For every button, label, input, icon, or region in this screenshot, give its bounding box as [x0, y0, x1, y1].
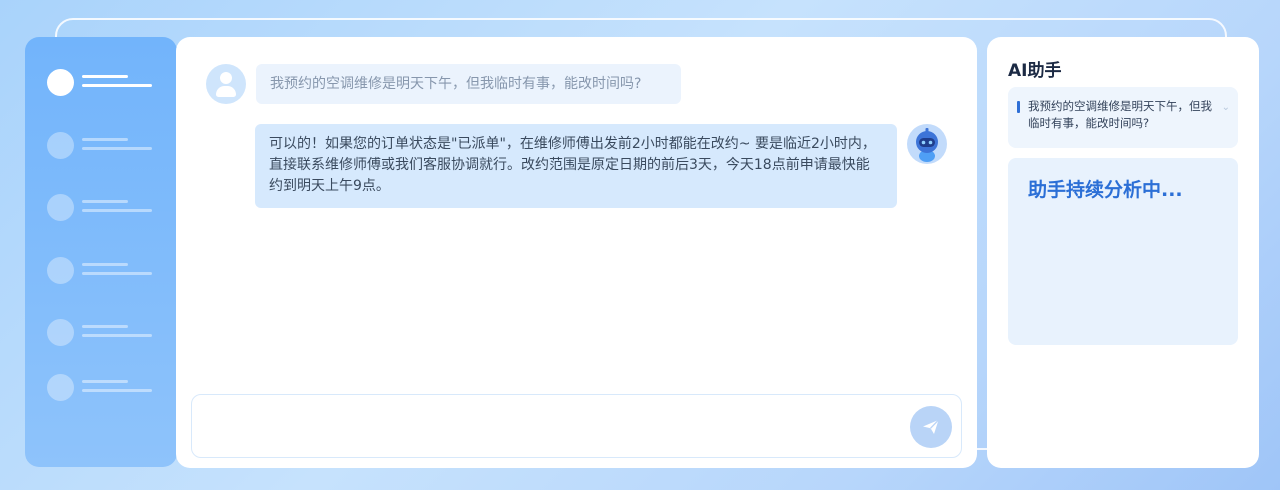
- sidebar-item-4[interactable]: [47, 257, 157, 285]
- robot-avatar-icon: [907, 124, 947, 164]
- bot-message: 可以的！如果您的订单状态是"已派单"，在维修师傅出发前2小时都能在改约~ 要是临…: [255, 124, 897, 208]
- nav-dot-icon: [47, 374, 74, 401]
- nav-dot-icon: [47, 257, 74, 284]
- sidebar-item-3[interactable]: [47, 194, 157, 222]
- send-button[interactable]: [910, 406, 952, 448]
- query-text: 我预约的空调维修是明天下午，但我临时有事，能改时间吗?: [1028, 99, 1212, 130]
- assistant-title: AI助手: [1008, 61, 1062, 81]
- nav-label-line: [82, 138, 128, 141]
- nav-label-line: [82, 272, 152, 275]
- nav-dot-icon: [47, 194, 74, 221]
- sidebar-item-6[interactable]: [47, 374, 157, 402]
- message-input[interactable]: [191, 394, 962, 458]
- assistant-panel: AI助手 我预约的空调维修是明天下午，但我临时有事，能改时间吗? ⌄ 助手持续分…: [987, 37, 1259, 468]
- chat-panel: 我预约的空调维修是明天下午，但我临时有事，能改时间吗? 可以的！如果您的订单状态…: [176, 37, 977, 468]
- chevron-down-icon[interactable]: ⌄: [1222, 99, 1230, 116]
- nav-dot-icon: [47, 319, 74, 346]
- nav-label-line: [82, 200, 128, 203]
- nav-dot-icon: [47, 69, 74, 96]
- nav-label-line: [82, 147, 152, 150]
- nav-label-line: [82, 263, 128, 266]
- nav-dot-icon: [47, 132, 74, 159]
- user-message: 我预约的空调维修是明天下午，但我临时有事，能改时间吗?: [256, 64, 681, 104]
- analysis-card: 助手持续分析中...: [1008, 158, 1238, 345]
- nav-label-line: [82, 84, 152, 87]
- accent-bar: [1017, 101, 1020, 113]
- nav-label-line: [82, 209, 152, 212]
- sidebar: [25, 37, 177, 467]
- nav-label-line: [82, 325, 128, 328]
- sidebar-item-5[interactable]: [47, 319, 157, 347]
- nav-label-line: [82, 334, 152, 337]
- send-icon: [923, 419, 939, 434]
- nav-label-line: [82, 380, 128, 383]
- analysis-status: 助手持续分析中...: [1028, 179, 1183, 201]
- sidebar-item-2[interactable]: [47, 132, 157, 160]
- nav-label-line: [82, 389, 152, 392]
- user-avatar-icon: [206, 64, 246, 104]
- nav-label-line: [82, 75, 128, 78]
- query-card[interactable]: 我预约的空调维修是明天下午，但我临时有事，能改时间吗? ⌄: [1008, 87, 1238, 148]
- sidebar-item-1[interactable]: [47, 69, 157, 97]
